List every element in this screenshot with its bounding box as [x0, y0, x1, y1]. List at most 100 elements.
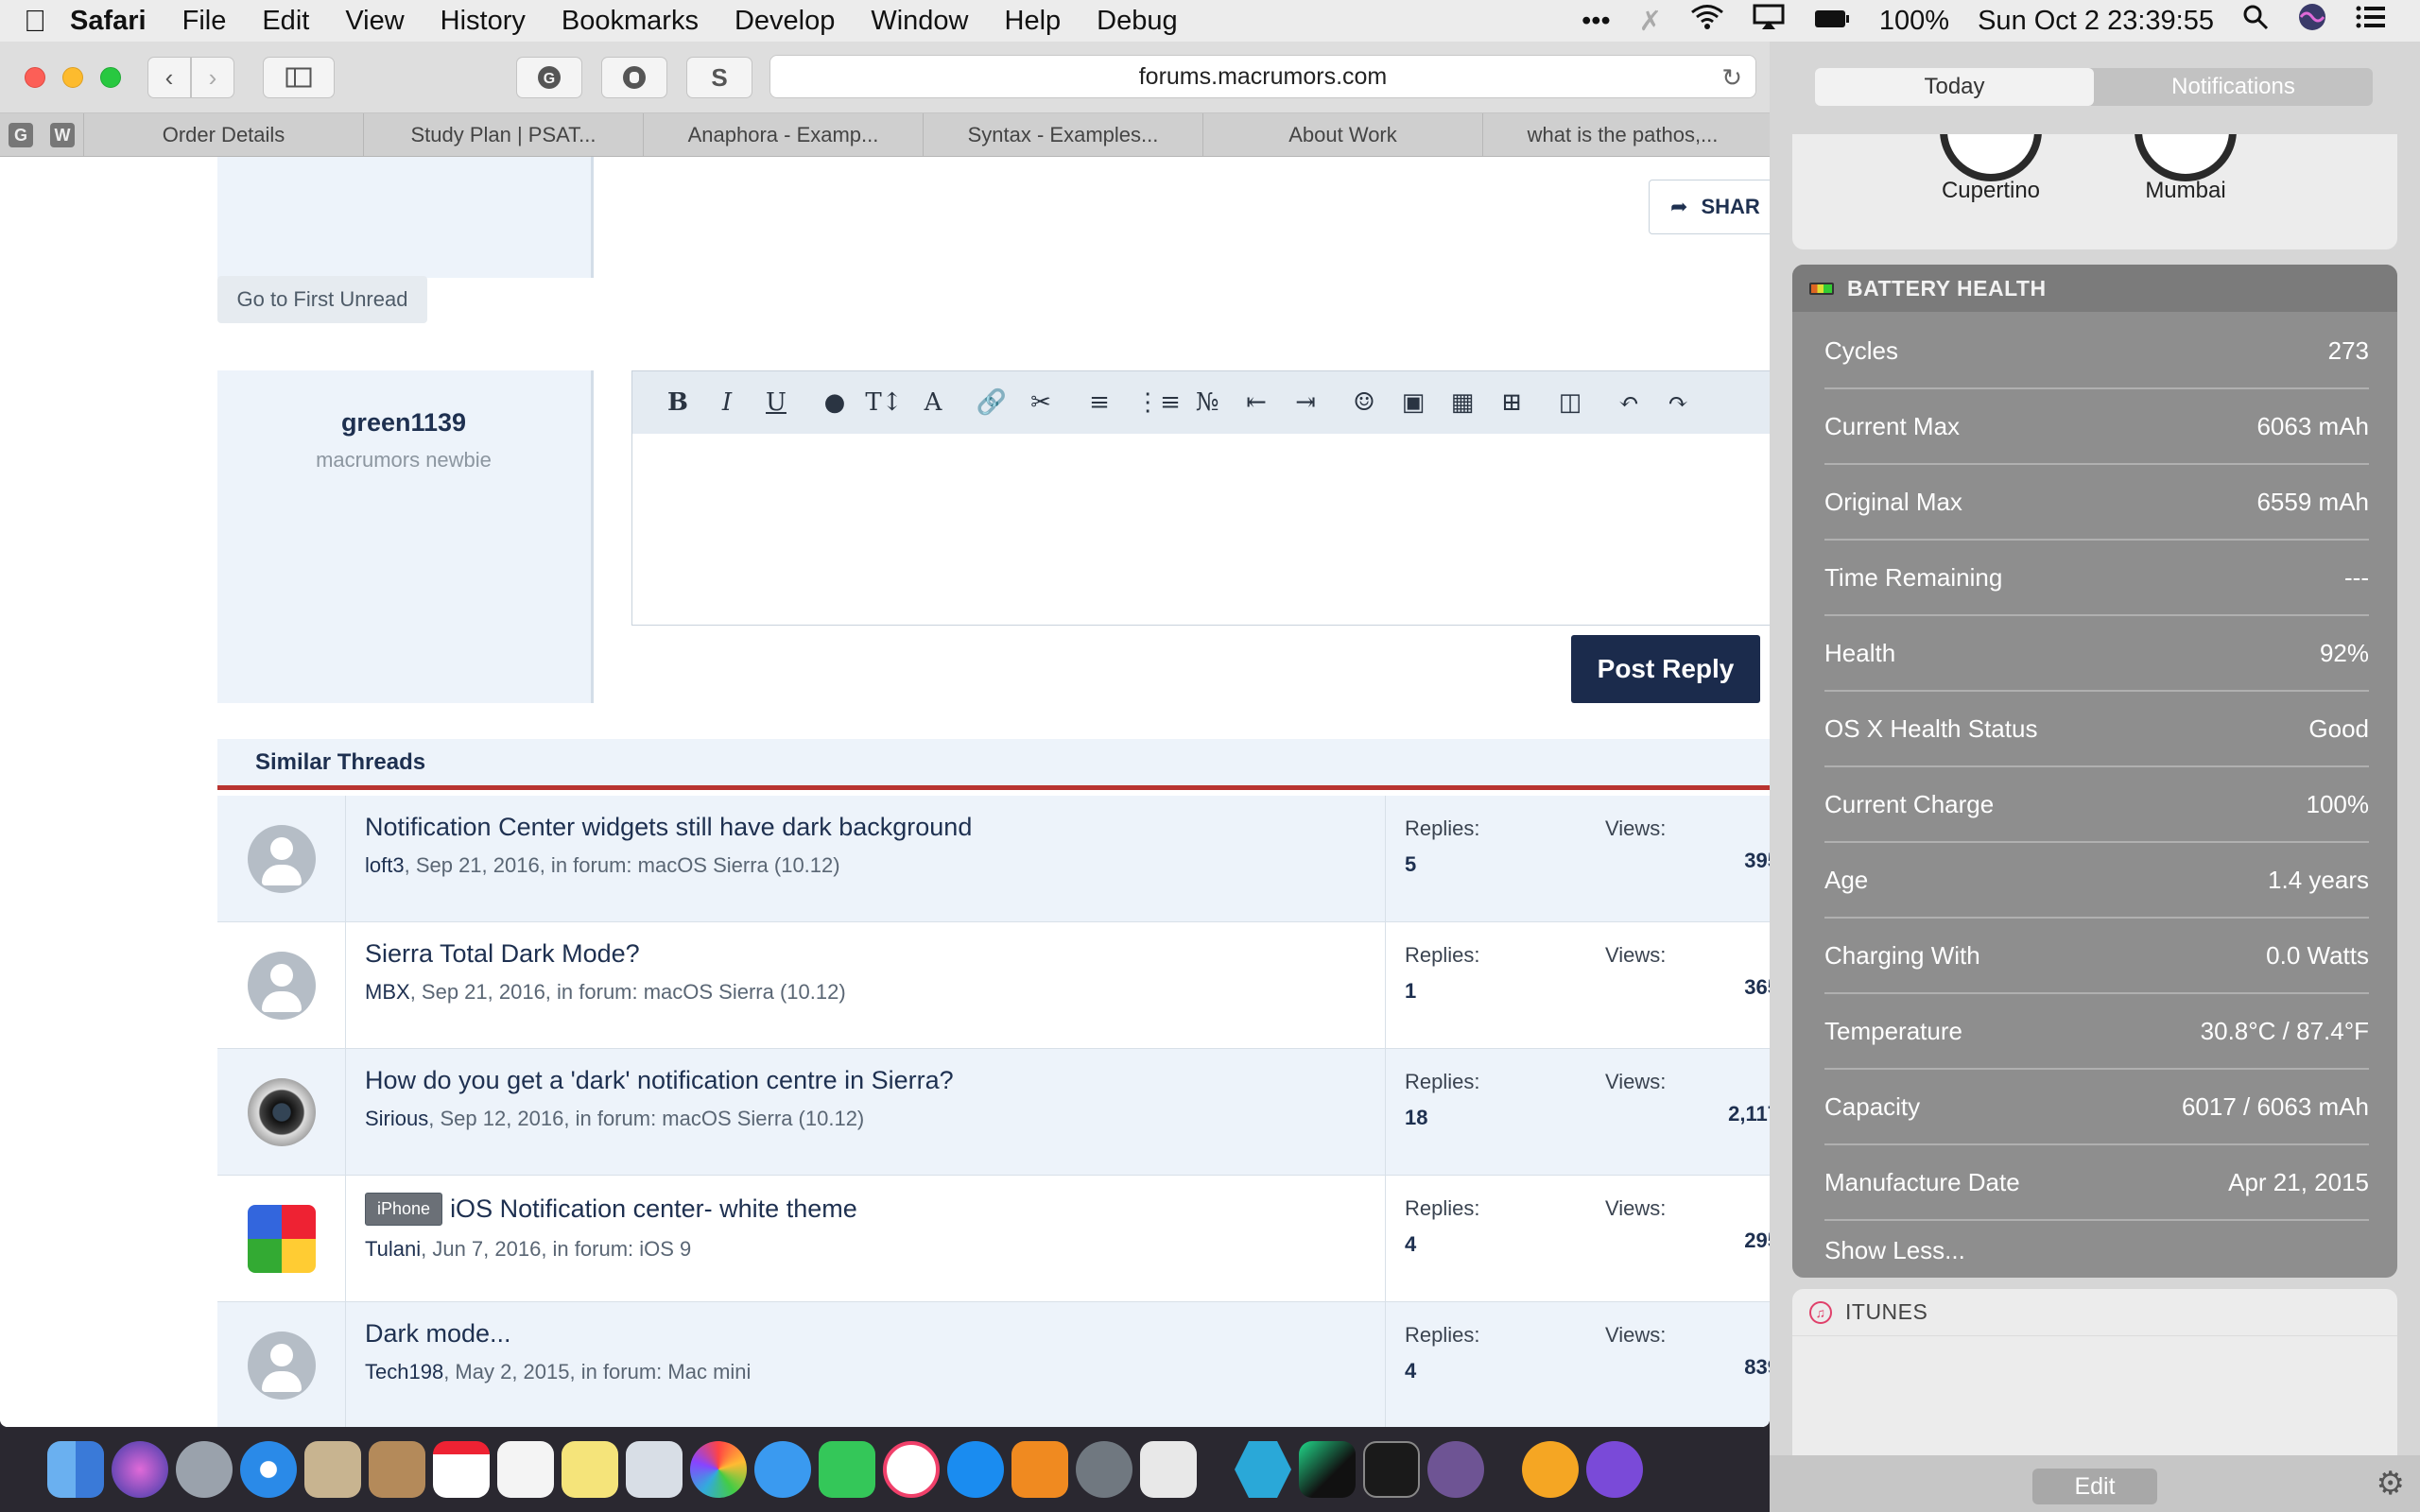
italic-icon[interactable]: I — [702, 384, 752, 421]
sidebar-button[interactable] — [263, 57, 335, 98]
s-extension-button[interactable]: S — [686, 57, 752, 98]
unlink-icon[interactable]: ✂ — [1016, 384, 1065, 421]
save-draft-icon[interactable]: ◫ — [1546, 384, 1595, 421]
forward-button[interactable]: › — [191, 57, 234, 98]
tab-about-work[interactable]: About Work — [1202, 113, 1482, 156]
redo-icon[interactable]: ↷ — [1653, 384, 1703, 421]
tab-order-details[interactable]: Order Details — [83, 113, 363, 156]
pinned-tab-w[interactable]: W — [42, 113, 83, 156]
back-button[interactable]: ‹ — [147, 57, 191, 98]
gear-icon[interactable]: ⚙ — [2377, 1465, 2405, 1503]
share-button[interactable]: ➦ SHAR — [1649, 180, 1770, 234]
siri-dock-icon[interactable] — [112, 1441, 168, 1498]
smilie-icon[interactable]: ☺ — [1340, 384, 1389, 421]
airplay-icon[interactable] — [1753, 4, 1785, 38]
thread-row[interactable]: How do you get a 'dark' notification cen… — [217, 1049, 1770, 1176]
close-window-button[interactable] — [25, 67, 45, 88]
camera-avatar-icon[interactable] — [247, 1077, 316, 1146]
font-size-icon[interactable]: T↕ — [859, 384, 908, 421]
tab-today[interactable]: Today — [1815, 68, 2094, 106]
outdent-icon[interactable]: ⇤ — [1232, 384, 1281, 421]
tab-notifications[interactable]: Notifications — [2094, 68, 2373, 106]
menu-file[interactable]: File — [182, 6, 227, 37]
image-icon[interactable]: ▣ — [1389, 384, 1438, 421]
default-avatar-icon[interactable] — [247, 1331, 316, 1400]
photos-icon[interactable] — [690, 1441, 747, 1498]
battery-icon[interactable] — [1813, 6, 1851, 37]
thread-author-link[interactable]: MBX — [365, 980, 410, 1004]
nc-edit-button[interactable]: Edit — [2032, 1469, 2157, 1504]
downloads-stack-icon[interactable] — [1522, 1441, 1579, 1498]
media-icon[interactable]: ▦ — [1438, 384, 1487, 421]
rubiks-cube-avatar-icon[interactable] — [247, 1204, 316, 1273]
thread-row[interactable]: Notification Center widgets still have d… — [217, 796, 1770, 922]
menu-app-name[interactable]: Safari — [70, 6, 147, 37]
wifi-icon[interactable] — [1690, 4, 1724, 38]
address-bar[interactable]: forums.macrumors.com ↻ — [769, 55, 1756, 98]
thread-title-link[interactable]: Notification Center widgets still have d… — [365, 813, 972, 842]
reminders-icon[interactable] — [497, 1441, 554, 1498]
thread-author-link[interactable]: Sirious — [365, 1107, 428, 1130]
more-icon[interactable]: ••• — [1582, 6, 1610, 37]
underline-icon[interactable]: U — [752, 384, 801, 421]
menu-bookmarks[interactable]: Bookmarks — [562, 6, 699, 37]
zoom-window-button[interactable] — [100, 67, 121, 88]
insert-icon[interactable]: ⊞ — [1487, 384, 1536, 421]
text-color-icon[interactable]: ● — [810, 384, 859, 421]
menu-window[interactable]: Window — [871, 6, 968, 37]
menu-help[interactable]: Help — [1005, 6, 1062, 37]
grammarly-extension-button[interactable]: G — [516, 57, 582, 98]
safari-preview-icon[interactable] — [1586, 1441, 1643, 1498]
bold-icon[interactable]: B — [653, 384, 702, 421]
tab-study-plan[interactable]: Study Plan | PSAT... — [363, 113, 643, 156]
notification-center-icon[interactable] — [2356, 5, 2386, 37]
tab-anaphora[interactable]: Anaphora - Examp... — [643, 113, 923, 156]
thread-row[interactable]: Sierra Total Dark Mode? MBX, Sep 21, 2016… — [217, 922, 1770, 1049]
spotlight-icon[interactable] — [2242, 4, 2269, 38]
messages-icon[interactable] — [754, 1441, 811, 1498]
menu-edit[interactable]: Edit — [262, 6, 309, 37]
menu-debug[interactable]: Debug — [1097, 6, 1177, 37]
tab-pathos[interactable]: what is the pathos,... — [1482, 113, 1762, 156]
thread-author-link[interactable]: loft3 — [365, 853, 405, 877]
show-less-link[interactable]: Show Less... — [1824, 1236, 1965, 1265]
utility-icon[interactable] — [1140, 1441, 1197, 1498]
username[interactable]: green1139 — [217, 408, 590, 438]
pycharm-icon[interactable] — [1299, 1441, 1356, 1498]
thread-author-link[interactable]: Tech198 — [365, 1360, 443, 1383]
menu-history[interactable]: History — [441, 6, 526, 37]
hexagon-app-icon[interactable] — [1235, 1441, 1291, 1498]
default-avatar-icon[interactable] — [247, 824, 316, 893]
default-avatar-icon[interactable] — [247, 951, 316, 1020]
indent-icon[interactable]: ⇥ — [1281, 384, 1330, 421]
finder-icon[interactable] — [47, 1441, 104, 1498]
launchpad-icon[interactable] — [176, 1441, 233, 1498]
safari-dock-icon[interactable] — [240, 1441, 297, 1498]
siri-icon[interactable] — [2297, 2, 2327, 40]
menubar-clock[interactable]: Sun Oct 2 23:39:55 — [1978, 6, 2214, 37]
hand-extension-button[interactable] — [601, 57, 667, 98]
terminal-icon[interactable] — [1363, 1441, 1420, 1498]
align-icon[interactable]: ≡ — [1075, 384, 1124, 421]
calendar-icon[interactable] — [433, 1441, 490, 1498]
menu-develop[interactable]: Develop — [735, 6, 835, 37]
minimize-window-button[interactable] — [62, 67, 83, 88]
tab-syntax[interactable]: Syntax - Examples... — [923, 113, 1202, 156]
bluetooth-icon[interactable]: ✗ — [1639, 5, 1662, 38]
thread-title-link[interactable]: Dark mode... — [365, 1319, 511, 1349]
reload-icon[interactable]: ↻ — [1721, 63, 1742, 93]
itunes-dock-icon[interactable] — [883, 1441, 940, 1498]
pinned-tab-g[interactable]: G — [0, 113, 42, 156]
thread-title-link[interactable]: iOS Notification center- white theme — [450, 1194, 857, 1224]
post-reply-button[interactable]: Post Reply — [1571, 635, 1760, 703]
link-icon[interactable]: 🔗 — [967, 384, 1016, 421]
thread-row[interactable]: Dark mode... Tech198, May 2, 2015, in for… — [217, 1302, 1770, 1427]
notes-icon[interactable] — [562, 1441, 618, 1498]
thread-author-link[interactable]: Tulani — [365, 1237, 421, 1261]
contacts-icon[interactable] — [369, 1441, 425, 1498]
undo-icon[interactable]: ↶ — [1604, 384, 1653, 421]
bullet-list-icon[interactable]: ⋮≡ — [1133, 384, 1183, 421]
apple-menu-icon[interactable]:  — [0, 4, 70, 39]
github-icon[interactable] — [1427, 1441, 1484, 1498]
numbered-list-icon[interactable]: № — [1183, 384, 1232, 421]
